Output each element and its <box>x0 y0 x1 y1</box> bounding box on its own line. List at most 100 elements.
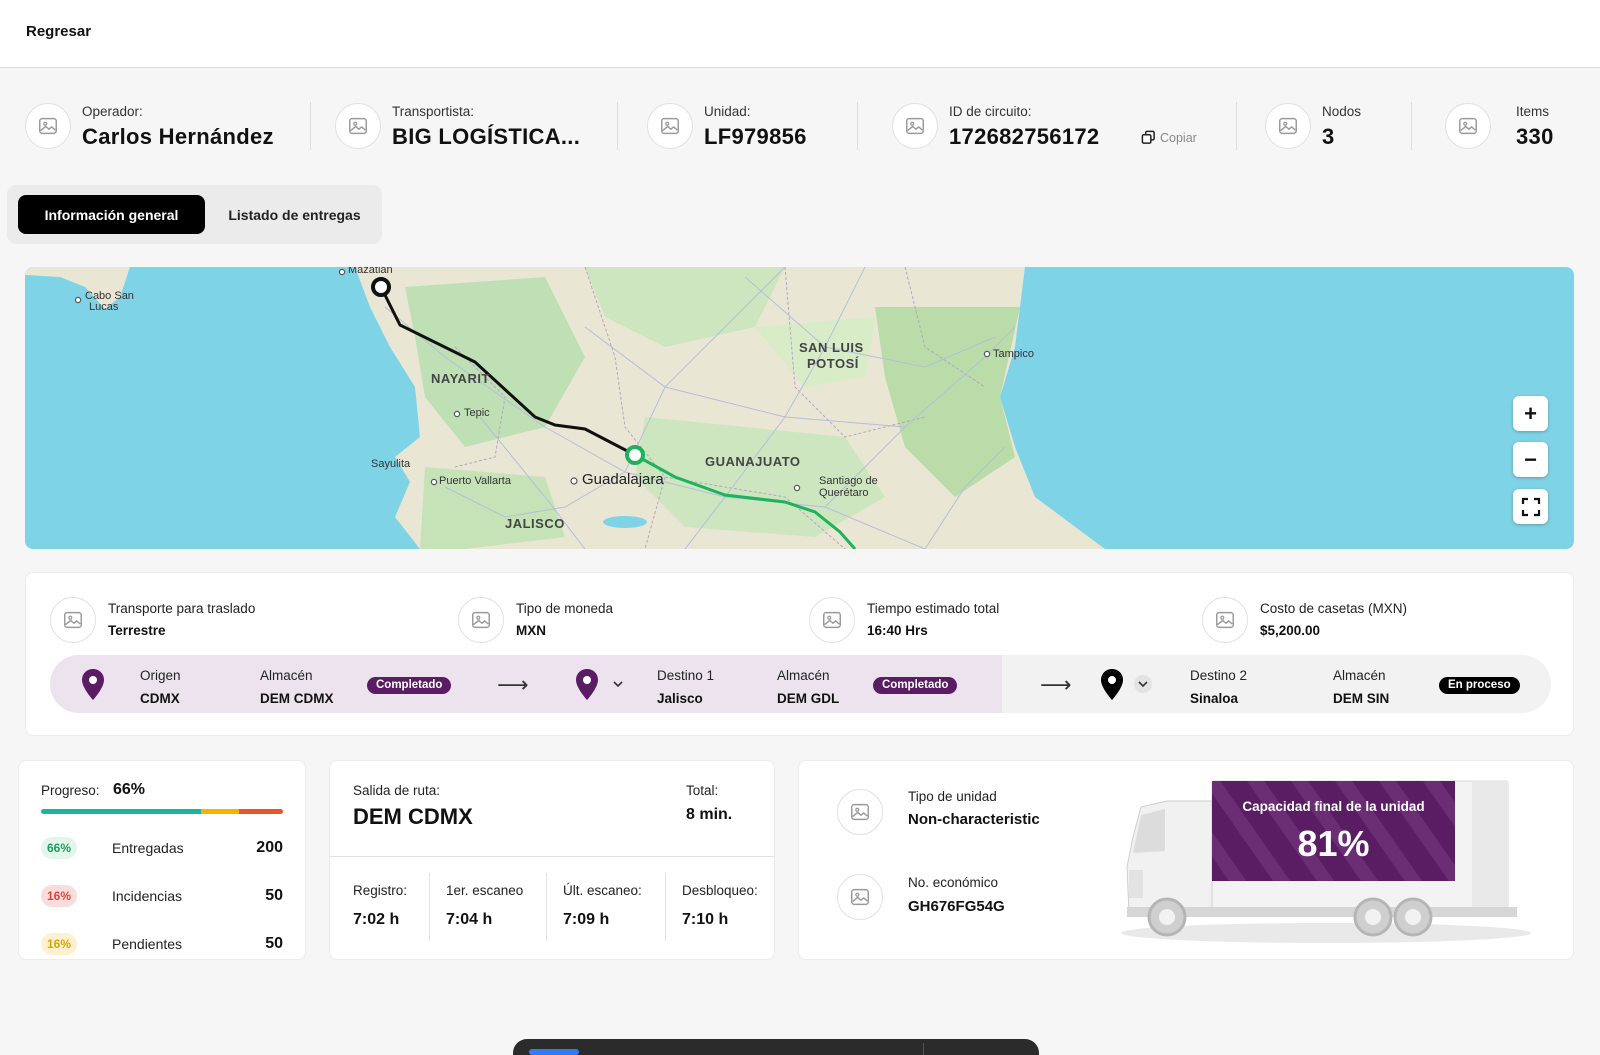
warehouse-value: DEM GDL <box>777 691 840 706</box>
incidents-count: 50 <box>265 887 283 904</box>
transport-image-icon <box>50 597 96 643</box>
progress-card: Progreso: 66% 66% Entregadas 200 16% Inc… <box>18 760 306 960</box>
last-scan-label: Últ. escaneo: <box>563 883 642 898</box>
bar-indicator <box>529 1049 579 1055</box>
stage-title-value: Jalisco <box>657 691 703 706</box>
route-map[interactable]: Mazatlán Cabo San Lucas NAYARIT Tepic Sa… <box>25 267 1574 549</box>
items-label: Items <box>1516 104 1550 119</box>
map-label: Tepic <box>464 407 490 419</box>
progress-label: Progreso: <box>41 783 100 798</box>
progress-value: 66% <box>113 781 146 798</box>
stage-title-value: Sinaloa <box>1190 691 1239 706</box>
departure-value: DEM CDMX <box>353 804 473 829</box>
time-label: Tiempo estimado total <box>867 601 1000 616</box>
pending-label: Pendientes <box>112 936 183 952</box>
nodes-stat: Nodos 3 <box>1265 100 1385 152</box>
transport-label: Transporte para traslado <box>108 601 256 616</box>
chevron-down-icon <box>1138 681 1148 687</box>
map-label: Querétaro <box>819 487 869 499</box>
zoom-in-button[interactable]: + <box>1513 396 1548 431</box>
map-label: Santiago de <box>819 475 878 487</box>
map-label: JALISCO <box>505 516 565 531</box>
divider <box>1411 102 1412 150</box>
pending-count: 50 <box>265 935 283 952</box>
divider <box>330 856 774 857</box>
total-value: 8 min. <box>686 806 733 823</box>
total-label: Total: <box>686 783 719 798</box>
pending-pct-badge: 16% <box>41 933 77 955</box>
stage-title-label: Origen <box>140 668 181 683</box>
fullscreen-icon <box>1521 497 1540 516</box>
top-bar: Regresar <box>0 0 1600 68</box>
route-stages: Origen CDMX Almacén DEM CDMX Completado … <box>50 655 1551 713</box>
warehouse-value: DEM SIN <box>1333 691 1390 706</box>
tab-deliveries-list[interactable]: Listado de entregas <box>217 195 372 234</box>
circuit-stat: ID de circuito: 172682756172 <box>892 100 1142 152</box>
schedule-card: Salida de ruta: DEM CDMX Total: 8 min. R… <box>329 760 775 960</box>
progress-segment <box>239 809 283 814</box>
operator-image-icon <box>25 103 71 149</box>
eco-number-value: GH676FG54G <box>908 898 1005 915</box>
circuit-image-icon <box>892 103 938 149</box>
divider <box>1236 102 1237 150</box>
map-label: SAN LUIS <box>799 340 864 355</box>
unlock-label: Desbloqueo: <box>682 883 758 898</box>
tolls-label: Costo de casetas (MXN) <box>1260 601 1408 616</box>
warehouse-label: Almacén <box>777 668 830 683</box>
map-canvas <box>25 267 1105 549</box>
incidents-label: Incidencias <box>112 888 183 904</box>
eco-number-label: No. económico <box>908 875 999 890</box>
carrier-stat: Transportista: BIG LOGÍSTICA... <box>335 100 610 152</box>
circuit-id: 172682756172 <box>949 124 1100 149</box>
copy-icon <box>1141 130 1155 144</box>
transport-value: Terrestre <box>108 623 166 638</box>
divider <box>857 102 858 150</box>
operator-label: Operador: <box>82 104 143 119</box>
fullscreen-button[interactable] <box>1513 489 1548 524</box>
location-pin-icon <box>80 668 106 702</box>
delivered-label: Entregadas <box>112 840 184 856</box>
capacity-label: Capacidad final de la unidad <box>1242 799 1425 814</box>
items-image-icon <box>1445 103 1491 149</box>
eco-number-image-icon <box>837 874 883 920</box>
carrier-name: BIG LOGÍSTICA... <box>392 124 581 149</box>
nodes-label: Nodos <box>1322 104 1362 119</box>
first-scan-label: 1er. escaneo <box>446 883 524 898</box>
tab-general-info[interactable]: Información general <box>18 195 205 234</box>
unit-image-icon <box>647 103 693 149</box>
time-image-icon <box>809 597 855 643</box>
departure-label: Salida de ruta: <box>353 783 441 798</box>
map-label: Guadalajara <box>582 471 664 488</box>
stage-title-label: Destino 1 <box>657 668 715 683</box>
arrow-right-icon: ⟶ <box>497 672 529 697</box>
delivered-count: 200 <box>256 839 283 856</box>
warehouse-value: DEM CDMX <box>260 691 334 706</box>
warehouse-label: Almacén <box>1333 668 1386 683</box>
floating-action-bar[interactable] <box>513 1039 1039 1055</box>
map-label: NAYARIT <box>431 371 490 386</box>
divider <box>546 873 547 941</box>
carrier-label: Transportista: <box>392 104 475 119</box>
currency-image-icon <box>458 597 504 643</box>
map-label: Mazatlán <box>348 267 393 276</box>
items-value: 330 <box>1516 124 1554 149</box>
operator-name: Carlos Hernández <box>82 124 274 149</box>
expand-stage-button[interactable] <box>1134 675 1152 693</box>
zoom-out-button[interactable]: − <box>1513 442 1548 477</box>
tolls-value: $5,200.00 <box>1260 623 1321 638</box>
map-label: Tampico <box>993 348 1034 360</box>
progress-segment <box>41 809 201 814</box>
location-pin-icon <box>574 668 600 702</box>
expand-stage-button[interactable] <box>609 675 627 693</box>
unit-label: Unidad: <box>704 104 751 119</box>
copy-label: Copiar <box>1160 130 1197 145</box>
copy-button[interactable]: Copiar <box>1141 130 1197 145</box>
back-button[interactable]: Regresar <box>26 23 91 40</box>
chevron-down-icon <box>613 681 623 687</box>
progress-segment <box>200 809 240 814</box>
trip-info-card: Transporte para traslado Terrestre Tipo … <box>25 572 1574 736</box>
unit-type-label: Tipo de unidad <box>908 789 997 804</box>
registration-time: 7:02 h <box>353 911 400 928</box>
unit-stat: Unidad: LF979856 <box>647 100 847 152</box>
divider <box>665 873 666 941</box>
